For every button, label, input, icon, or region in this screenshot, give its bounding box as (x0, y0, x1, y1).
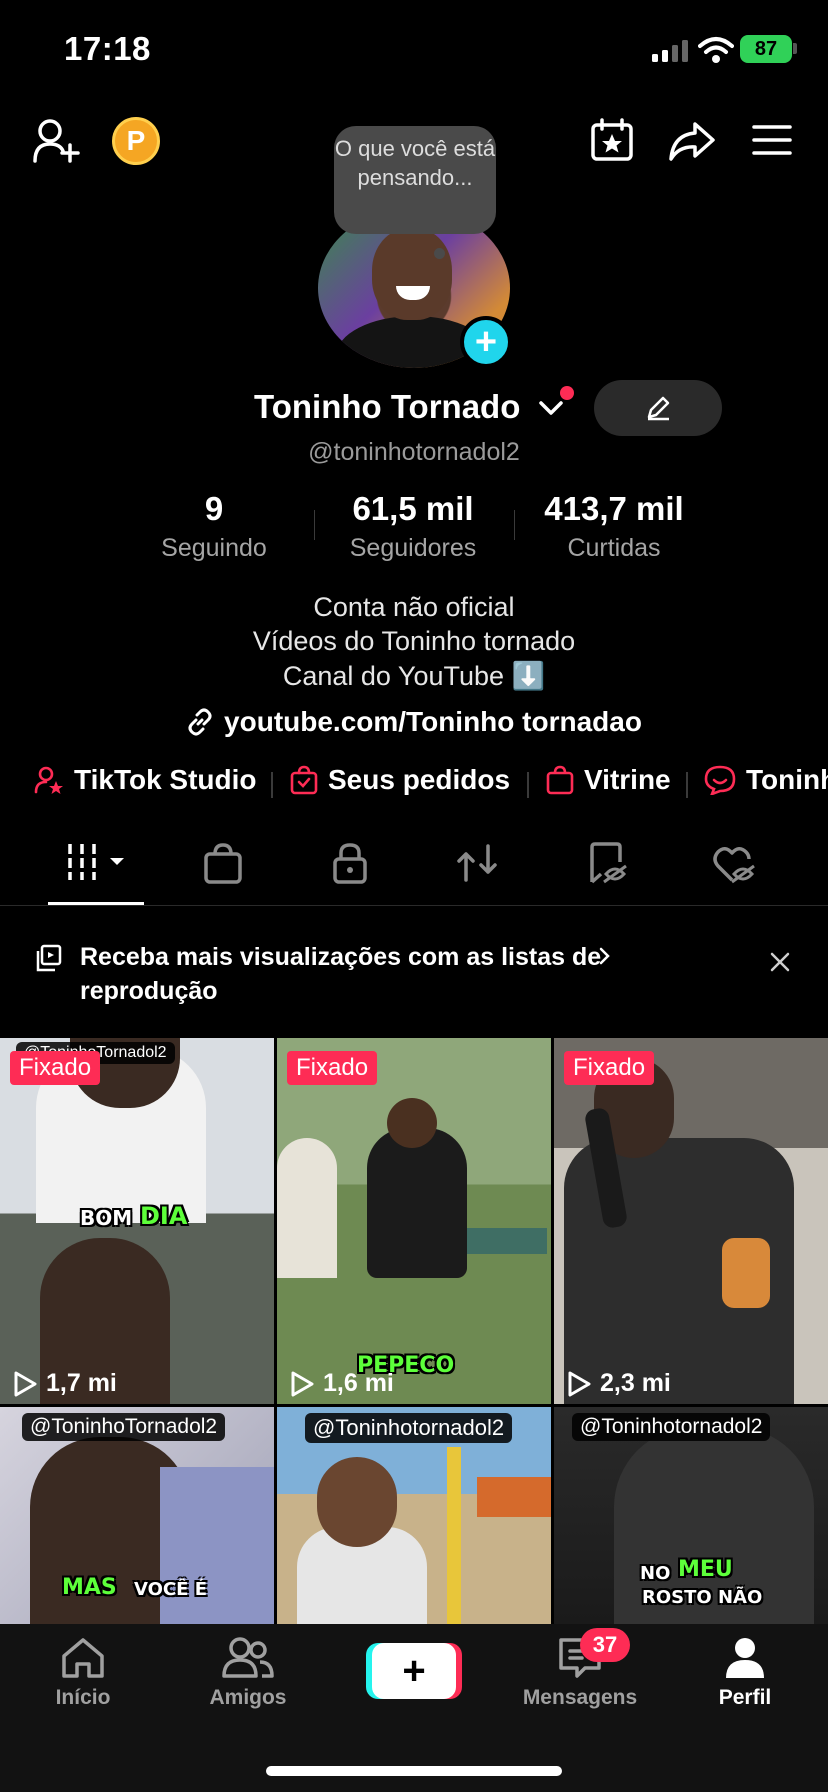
caption-text: ROSTO NÃO (642, 1587, 763, 1608)
caption-text: VOCÊ É (134, 1579, 207, 1600)
menu-icon[interactable] (752, 124, 792, 156)
pinned-badge: Fixado (10, 1051, 101, 1085)
thought-bubble[interactable]: O que você está pensando... (334, 126, 496, 234)
cellular-signal-icon (652, 40, 694, 62)
video-thumbnail[interactable]: @ToninhoTornadol2 MAS VOCÊ É (0, 1407, 274, 1624)
nav-label: Mensagens (522, 1686, 638, 1709)
video-thumbnail[interactable]: @ToninhoTornadol2 Fixado BOM DIA 1,7 mi (0, 1038, 274, 1404)
bookmark-hidden-icon (590, 842, 627, 884)
tab-private[interactable] (332, 842, 368, 884)
caption-text: MEU (678, 1557, 733, 1582)
nav-label: Perfil (718, 1686, 772, 1709)
home-indicator (266, 1766, 562, 1776)
video-thumbnail[interactable]: Fixado PEPECO 1,6 mi (277, 1038, 551, 1404)
stat-value: 413,7 mil (544, 490, 684, 527)
tab-favorites[interactable] (588, 842, 628, 884)
shortcut-showcase[interactable]: Vitrine (546, 764, 671, 796)
link-icon (188, 708, 212, 736)
repost-icon (457, 844, 497, 882)
video-thumbnail[interactable]: @Toninhotornadol2 NO MEU ROSTO NÃO (554, 1407, 828, 1624)
grid-icon (68, 844, 124, 880)
playlist-promo-text[interactable]: Receba mais visualizações com as listas … (80, 940, 620, 1008)
shortcut-divider (527, 772, 529, 798)
shortcut-divider (686, 772, 688, 798)
shopping-bag-icon (546, 765, 574, 795)
friends-icon (222, 1637, 274, 1678)
pinned-badge: Fixado (564, 1051, 655, 1085)
shopping-bag-icon (204, 843, 242, 884)
tab-divider (0, 905, 828, 906)
lock-icon (333, 843, 367, 884)
caption-text: NO (640, 1563, 671, 1584)
tab-reposts[interactable] (456, 842, 498, 884)
play-icon (14, 1371, 37, 1396)
watermark: @ToninhoTornadol2 (22, 1413, 226, 1441)
battery-indicator: 87 (740, 35, 792, 63)
order-bag-icon (290, 765, 318, 795)
add-avatar-button[interactable]: + (460, 316, 512, 368)
bio-line: Canal do YouTube ⬇️ (282, 661, 546, 691)
thought-bubble-dot (434, 248, 445, 259)
stat-value: 9 (204, 490, 224, 527)
caption-text: DIA (140, 1202, 188, 1230)
wifi-icon (698, 36, 734, 64)
playlist-icon (34, 944, 62, 972)
add-friend-icon[interactable] (32, 118, 82, 164)
shortcut-orders[interactable]: Seus pedidos (290, 764, 510, 796)
play-icon (568, 1371, 591, 1396)
video-thumbnail[interactable]: @Toninhotornadol2 (277, 1407, 551, 1624)
nav-label: Início (55, 1686, 111, 1709)
nav-friends[interactable]: Amigos (178, 1636, 318, 1710)
nav-label: Amigos (209, 1686, 287, 1709)
bio-line: Conta não oficial (313, 592, 515, 622)
view-count: 2,3 mi (566, 1369, 671, 1398)
creator-icon (34, 766, 63, 794)
coin-icon[interactable]: P (112, 117, 160, 165)
view-count: 1,7 mi (12, 1369, 117, 1398)
video-thumbnail[interactable]: Fixado 2,3 mi (554, 1038, 828, 1404)
stat-label: Curtidas (567, 534, 661, 562)
shortcut-divider (271, 772, 273, 798)
notification-dot (560, 386, 574, 400)
watermark: @Toninhotornadol2 (305, 1413, 513, 1443)
profile-name[interactable]: Toninho Tornado (254, 388, 520, 426)
pencil-icon (647, 396, 670, 421)
chevron-right-icon[interactable] (598, 946, 612, 966)
heart-hidden-icon (713, 847, 755, 884)
close-icon[interactable] (770, 952, 790, 972)
caption-text: BOM (80, 1206, 133, 1230)
stat-likes[interactable]: 413,7 mil Curtidas (514, 490, 714, 563)
bio-line: Vídeos do Toninho tornado (252, 626, 576, 656)
battery-cap (793, 43, 797, 54)
stat-value: 61,5 mil (352, 490, 474, 527)
nav-profile[interactable]: Perfil (675, 1636, 815, 1710)
calendar-star-icon[interactable] (590, 118, 634, 162)
smile-bubble-icon (704, 765, 736, 795)
pinned-badge: Fixado (287, 1051, 378, 1085)
status-time: 17:18 (64, 30, 151, 67)
share-icon[interactable] (668, 120, 716, 162)
home-icon (62, 1638, 104, 1678)
profile-icon (726, 1638, 764, 1678)
tab-shop[interactable] (203, 842, 243, 884)
edit-profile-button[interactable] (594, 380, 722, 436)
tab-videos[interactable] (66, 842, 130, 882)
profile-handle: @toninhotornadol2 (308, 438, 520, 466)
stat-following[interactable]: 9 Seguindo (114, 490, 314, 563)
stat-label: Seguindo (161, 534, 267, 562)
shortcut-tiktok-studio[interactable]: TikTok Studio (34, 764, 257, 796)
nav-home[interactable]: Início (13, 1636, 153, 1710)
profile-link[interactable]: youtube.com/Toninho tornadao (0, 706, 828, 738)
play-icon (291, 1371, 314, 1396)
stat-label: Seguidores (349, 534, 477, 562)
messages-badge: 37 (580, 1628, 630, 1662)
create-button[interactable]: + (372, 1643, 456, 1699)
caption-text: MAS (62, 1575, 117, 1600)
stat-followers[interactable]: 61,5 mil Seguidores (313, 490, 513, 563)
view-count: 1,6 mi (289, 1369, 394, 1398)
chevron-down-icon[interactable] (538, 400, 564, 416)
shortcut-toninho[interactable]: Toninh (704, 764, 828, 796)
tab-liked[interactable] (712, 842, 756, 884)
watermark: @Toninhotornadol2 (572, 1413, 771, 1441)
